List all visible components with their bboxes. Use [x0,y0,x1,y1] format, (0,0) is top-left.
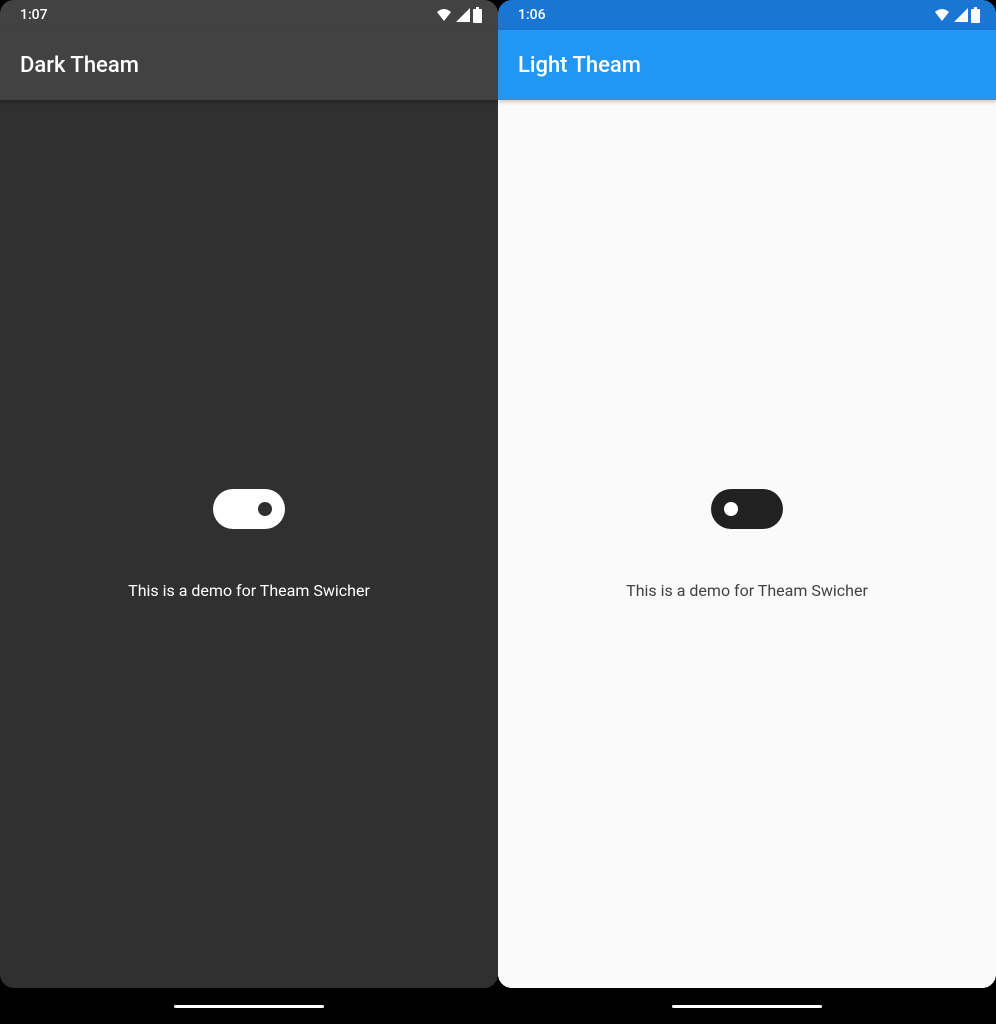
content-area: This is a demo for Theam Swicher [498,100,996,988]
app-bar-title: Dark Theam [20,53,139,78]
status-bar: 1:06 [498,0,996,30]
navigation-bar[interactable] [498,988,996,1024]
nav-handle-icon [672,1005,822,1008]
demo-text: This is a demo for Theam Swicher [626,581,868,600]
battery-icon [971,7,980,23]
theme-switch[interactable] [711,489,783,529]
status-time: 1:06 [518,7,546,23]
switch-thumb [724,502,738,516]
theme-switch[interactable] [213,489,285,529]
app-bar: Dark Theam [0,30,498,100]
wifi-icon [933,7,951,23]
nav-handle-icon [174,1005,324,1008]
light-theme-screen: 1:06 Light Theam This is a demo for Thea… [498,0,996,1024]
status-time: 1:07 [20,7,48,23]
content-area: This is a demo for Theam Swicher [0,100,498,988]
wifi-icon [435,7,453,23]
navigation-bar[interactable] [0,988,498,1024]
signal-icon [953,7,969,23]
status-icons [933,7,980,23]
app-bar-title: Light Theam [518,53,641,78]
status-bar: 1:07 [0,0,498,30]
demo-text: This is a demo for Theam Swicher [128,581,370,600]
app-bar: Light Theam [498,30,996,100]
signal-icon [455,7,471,23]
dark-theme-screen: 1:07 Dark Theam This is a demo for Theam… [0,0,498,1024]
switch-thumb [258,502,272,516]
status-icons [435,7,482,23]
battery-icon [473,7,482,23]
